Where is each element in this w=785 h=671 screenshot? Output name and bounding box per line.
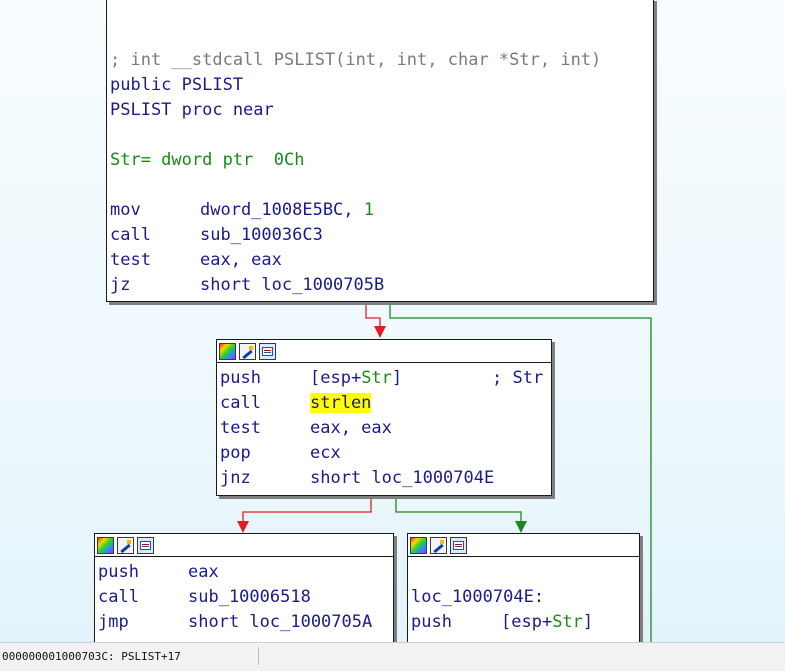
instruction-row[interactable]: jmp short loc_1000705A — [98, 610, 393, 635]
public-declaration: public PSLIST — [110, 75, 244, 95]
highlighted-operand[interactable]: strlen — [310, 393, 372, 413]
node-toolbar — [95, 534, 393, 557]
mnemonic: call — [98, 587, 139, 607]
status-address: 000000001000703C: PSLIST+17 — [2, 650, 181, 663]
mnemonic: call — [220, 393, 261, 413]
color-icon[interactable] — [97, 536, 114, 554]
proc-declaration: PSLIST proc near — [110, 100, 274, 120]
instruction-row[interactable]: call strlen — [220, 391, 551, 416]
edge-arrowhead — [515, 521, 527, 533]
instruction-row[interactable]: jnz short loc_1000704E — [220, 466, 551, 491]
mnemonic: push — [98, 562, 139, 582]
node-toolbar — [217, 340, 551, 363]
operands[interactable]: eax, eax — [310, 418, 392, 438]
instruction-row[interactable]: test eax, eax — [220, 416, 551, 441]
mnemonic: mov — [110, 200, 141, 220]
graph-view[interactable]: ; int __stdcall PSLIST(int, int, char *S… — [0, 0, 785, 642]
rename-icon[interactable] — [430, 536, 447, 554]
operands[interactable]: [esp+Str] — [501, 612, 593, 632]
basic-block-loc-1000704E[interactable]: loc_1000704E: push [esp+Str] — [407, 533, 640, 642]
mnemonic: test — [220, 418, 261, 438]
basic-block-strlen-check[interactable]: push [esp+Str] ; Str call strlen test eax, e… — [216, 339, 552, 496]
instruction-comment: ; Str — [492, 368, 544, 388]
instruction-row[interactable]: jz short loc_1000705B — [110, 273, 653, 298]
operands[interactable]: eax — [188, 562, 219, 582]
node-toolbar — [408, 534, 639, 557]
stack-var-line: Str= dword ptr 0Ch — [110, 148, 653, 173]
edge-true-mid-to-right — [395, 495, 522, 527]
stack-var-name[interactable]: Str= dword ptr — [110, 150, 274, 170]
instruction-row[interactable]: test eax, eax — [110, 248, 653, 273]
instruction-row[interactable]: call sub_10006518 — [98, 585, 393, 610]
basic-block-pslist-entry[interactable]: ; int __stdcall PSLIST(int, int, char *S… — [106, 0, 654, 302]
status-separator — [258, 647, 259, 665]
edge-false-mid-to-left — [242, 495, 372, 527]
instruction-row[interactable]: pop ecx — [220, 441, 551, 466]
instruction-row[interactable]: push eax — [98, 560, 393, 585]
operands[interactable]: eax, eax — [200, 250, 282, 270]
graph-icon[interactable] — [259, 342, 276, 360]
operands[interactable]: dword_1008E5BC, — [200, 200, 364, 220]
stack-var-offset: 0Ch — [273, 150, 305, 170]
mnemonic: call — [110, 225, 151, 245]
instruction-row[interactable]: call sub_100036C3 — [110, 223, 653, 248]
color-icon[interactable] — [410, 536, 427, 554]
mnemonic: jnz — [220, 468, 251, 488]
graph-icon[interactable] — [450, 536, 467, 554]
mnemonic: jmp — [98, 612, 129, 632]
instruction-row[interactable]: mov dword_1008E5BC, 1 — [110, 198, 653, 223]
operands[interactable]: ecx — [310, 443, 341, 463]
status-bar: 000000001000703C: PSLIST+17 — [0, 642, 785, 671]
operands[interactable]: short loc_1000704E — [310, 468, 494, 488]
operands[interactable]: [esp+Str] — [310, 368, 402, 388]
mnemonic: push — [411, 612, 452, 632]
immediate-value: 1 — [363, 200, 375, 220]
edge-arrowhead — [237, 521, 249, 533]
mnemonic: jz — [110, 275, 131, 295]
operands[interactable]: sub_10006518 — [188, 587, 311, 607]
function-signature-comment: ; int __stdcall PSLIST(int, int, char *S… — [110, 50, 602, 70]
operands[interactable]: sub_100036C3 — [200, 225, 323, 245]
graph-icon[interactable] — [137, 536, 154, 554]
code-label[interactable]: loc_1000704E: — [411, 585, 639, 610]
basic-block-error-path[interactable]: push eax call sub_10006518 jmp short loc_10… — [94, 533, 394, 642]
rename-icon[interactable] — [117, 536, 134, 554]
operands[interactable]: short loc_1000705B — [200, 275, 384, 295]
instruction-row[interactable]: push [esp+Str] ; Str — [220, 366, 551, 391]
instruction-row[interactable]: push [esp+Str] — [411, 610, 639, 635]
color-icon[interactable] — [219, 342, 236, 360]
rename-icon[interactable] — [239, 342, 256, 360]
mnemonic: push — [220, 368, 261, 388]
mnemonic: test — [110, 250, 151, 270]
mnemonic: pop — [220, 443, 251, 463]
operands[interactable]: short loc_1000705A — [188, 612, 372, 632]
edge-arrowhead — [374, 326, 386, 338]
